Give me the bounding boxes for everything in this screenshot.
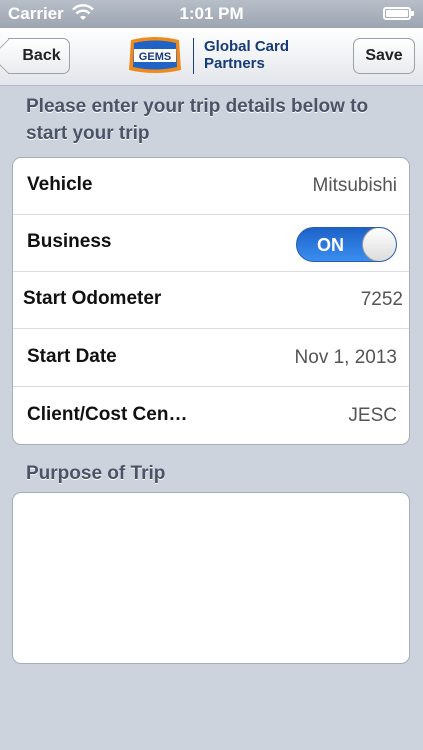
logo-line-1: Global Card [204, 38, 290, 55]
start-date-row[interactable]: Start Date Nov 1, 2013 [13, 330, 409, 387]
vehicle-value: Mitsubishi [312, 175, 397, 196]
business-toggle[interactable]: ON [296, 227, 397, 262]
logo-badge-text: GEMS [139, 51, 171, 63]
trip-details-table: Vehicle Mitsubishi Business ON Start Odo… [12, 157, 410, 445]
client-cost-center-label: Client/Cost Cen… [27, 404, 188, 425]
vehicle-row[interactable]: Vehicle Mitsubishi [13, 158, 409, 215]
start-odometer-label: Start Odometer [23, 288, 162, 309]
business-label: Business [27, 231, 112, 252]
logo-text: Global Card Partners [204, 38, 304, 72]
client-cost-center-row[interactable]: Client/Cost Cen… JESC [13, 388, 409, 444]
business-row: Business ON [13, 215, 409, 272]
start-odometer-value: 7252 [360, 289, 403, 310]
battery-icon [383, 7, 414, 20]
navigation-bar: Back GEMS Global Card Partners Save [0, 28, 423, 86]
purpose-of-trip-textarea[interactable] [12, 492, 410, 664]
save-button-label: Save [365, 47, 403, 64]
vehicle-label: Vehicle [27, 174, 93, 195]
back-button-label: Back [22, 47, 61, 64]
intro-text: Please enter your trip details below to … [26, 96, 369, 144]
client-cost-center-value: JESC [348, 405, 397, 426]
start-date-label: Start Date [27, 346, 117, 367]
back-button[interactable]: Back [8, 38, 70, 74]
toggle-knob [362, 228, 396, 261]
start-date-value: Nov 1, 2013 [294, 347, 397, 368]
save-button[interactable]: Save [353, 38, 415, 74]
gems-logo-icon: GEMS [129, 37, 181, 73]
status-bar: Carrier 1:01 PM [0, 0, 423, 28]
start-odometer-row[interactable]: Start Odometer 7252 [13, 272, 409, 329]
logo-divider [193, 38, 194, 74]
global-card-partners-logo: GEMS Global Card Partners [125, 34, 295, 78]
toggle-on-label: ON [317, 235, 344, 255]
purpose-of-trip-label: Purpose of Trip [26, 463, 166, 484]
logo-line-2: Partners [204, 55, 265, 72]
clock: 1:01 PM [179, 4, 244, 23]
